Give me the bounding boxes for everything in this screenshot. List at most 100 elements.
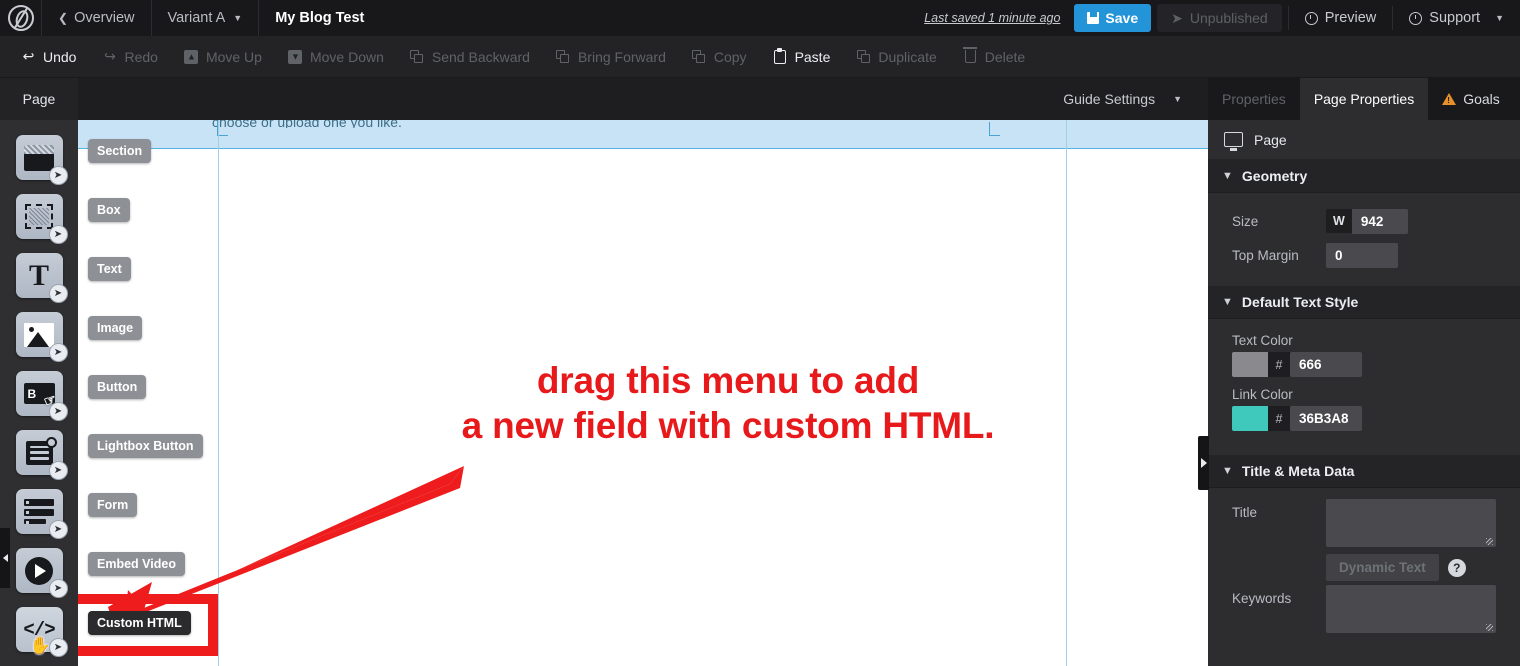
guide-settings-label: Guide Settings xyxy=(1063,91,1156,107)
variant-selector[interactable]: Variant A ▼ xyxy=(152,0,260,36)
unpublished-button[interactable]: ➤ Unpublished xyxy=(1157,4,1282,32)
tool-text[interactable]: T ➤ xyxy=(0,246,78,305)
title-input[interactable] xyxy=(1326,499,1496,547)
preview-button[interactable]: Preview xyxy=(1289,0,1393,36)
section-header-default-text-style[interactable]: ▼ Default Text Style xyxy=(1208,286,1520,319)
tab-page-properties-label: Page Properties xyxy=(1313,91,1415,107)
guide-settings-button[interactable]: Guide Settings ▼ xyxy=(1063,91,1182,107)
drag-handle-icon[interactable]: ➤ xyxy=(48,461,68,480)
tool-custom-html[interactable]: </> ✋ ➤ xyxy=(0,600,78,659)
field-size: Size W 942 xyxy=(1208,204,1520,238)
tool-label-strip: Section Box Text Image Button Lightbox B… xyxy=(78,120,218,666)
top-margin-label: Top Margin xyxy=(1232,247,1299,263)
toolbar-send-backward[interactable]: Send Backward xyxy=(397,49,543,65)
drag-handle-icon[interactable]: ➤ xyxy=(48,520,68,539)
drag-handle-icon[interactable]: ➤ xyxy=(48,343,68,362)
save-button[interactable]: Save xyxy=(1074,4,1152,32)
drag-handle-icon[interactable]: ➤ xyxy=(48,402,68,421)
tool-label-box[interactable]: Box xyxy=(88,198,130,222)
toolbar-move-down[interactable]: ▼ Move Down xyxy=(275,49,397,65)
section-header-title-meta[interactable]: ▼ Title & Meta Data xyxy=(1208,455,1520,488)
drag-handle-icon[interactable]: ➤ xyxy=(48,166,68,185)
link-color-swatch[interactable] xyxy=(1232,406,1268,431)
text-color-swatch[interactable] xyxy=(1232,352,1268,377)
tool-image[interactable]: ➤ xyxy=(0,305,78,364)
keywords-input[interactable] xyxy=(1326,585,1496,633)
tool-box[interactable]: ➤ xyxy=(0,187,78,246)
tool-label-section[interactable]: Section xyxy=(88,139,152,163)
help-icon[interactable]: ? xyxy=(1447,558,1466,577)
chevron-down-icon: ▼ xyxy=(1222,296,1233,308)
toolbar-copy[interactable]: Copy xyxy=(679,49,760,65)
toolbar-redo[interactable]: ↪ Redo xyxy=(89,48,170,65)
tool-label-lightbox-button[interactable]: Lightbox Button xyxy=(88,434,203,458)
field-link-color: # 36B3A8 xyxy=(1208,406,1520,431)
guide-line-left[interactable] xyxy=(218,120,219,666)
toolbar-move-up[interactable]: ▲ Move Up xyxy=(171,49,275,65)
canvas-toolbar: Guide Settings ▼ xyxy=(78,78,1208,120)
text-color-input[interactable]: 666 xyxy=(1290,352,1362,377)
properties-panel: Properties Page Properties Goals Page ▼ … xyxy=(1198,78,1520,666)
toolbar-duplicate[interactable]: Duplicate xyxy=(843,49,949,65)
toolbar-delete[interactable]: Delete xyxy=(950,47,1038,65)
dynamic-text-row: Dynamic Text ? xyxy=(1208,554,1520,581)
image-icon: ➤ xyxy=(15,312,68,362)
layers-back-icon xyxy=(410,49,425,64)
page-canvas[interactable]: choose or upload one you like. drag this… xyxy=(78,120,1208,666)
tab-page-properties[interactable]: Page Properties xyxy=(1299,78,1429,120)
publish-arrow-icon: ➤ xyxy=(1171,9,1183,26)
tool-label-image[interactable]: Image xyxy=(88,316,143,340)
chevron-down-icon: ▼ xyxy=(1173,94,1182,104)
tool-label-form[interactable]: Form xyxy=(88,493,138,517)
preview-label: Preview xyxy=(1324,10,1377,26)
drag-handle-icon[interactable]: ➤ xyxy=(48,225,68,244)
support-button[interactable]: Support ▼ xyxy=(1393,0,1520,36)
back-to-overview-link[interactable]: ❮ Overview xyxy=(42,0,152,36)
field-keywords: Keywords xyxy=(1208,585,1520,633)
panel-collapse-handle[interactable] xyxy=(1198,436,1209,490)
tool-label-embed-video[interactable]: Embed Video xyxy=(88,552,185,576)
width-input[interactable]: 942 xyxy=(1351,208,1408,234)
toolbar-undo[interactable]: ↩ Undo xyxy=(8,48,89,65)
dynamic-text-button[interactable]: Dynamic Text xyxy=(1326,554,1439,581)
tool-embed-video[interactable]: ➤ xyxy=(0,541,78,600)
lightbox-button-icon: ➤ xyxy=(15,430,68,480)
tab-goals[interactable]: Goals xyxy=(1428,78,1514,120)
section-geometry-label: Geometry xyxy=(1241,168,1308,184)
toolbar-undo-label: Undo xyxy=(43,48,77,65)
header-spacer xyxy=(380,0,910,36)
tool-section[interactable]: ➤ xyxy=(0,128,78,187)
header-actions: Last saved 1 minute ago Save ➤ Unpublish… xyxy=(910,0,1520,36)
undo-arrow-icon: ↩ xyxy=(22,48,35,64)
section-default-text-style-label: Default Text Style xyxy=(1241,294,1359,310)
drag-handle-icon[interactable]: ➤ xyxy=(48,284,68,303)
code-brackets-icon: </> ✋ ➤ xyxy=(15,607,68,657)
drag-handle-icon[interactable]: ➤ xyxy=(48,638,68,657)
tool-button[interactable]: B ➤ xyxy=(0,364,78,423)
toolbar-paste[interactable]: Paste xyxy=(760,47,844,65)
tool-form[interactable]: ➤ xyxy=(0,482,78,541)
button-icon: B ➤ xyxy=(15,371,68,421)
last-saved-link[interactable]: Last saved 1 minute ago xyxy=(910,0,1074,36)
section-body-default-text-style: Text Color # 666 Link Color # 36B3A8 xyxy=(1208,319,1520,455)
app-logo[interactable] xyxy=(0,0,42,36)
toolbar-bring-forward[interactable]: Bring Forward xyxy=(543,49,679,65)
section-header-geometry[interactable]: ▼ Geometry xyxy=(1208,160,1520,193)
rail-tab-page[interactable]: Page xyxy=(0,78,78,120)
size-label: Size xyxy=(1232,213,1259,229)
top-margin-input[interactable]: 0 xyxy=(1326,242,1398,268)
paste-icon xyxy=(773,47,788,64)
link-color-input[interactable]: 36B3A8 xyxy=(1290,406,1362,431)
drag-handle-icon[interactable]: ➤ xyxy=(48,579,68,598)
tab-properties[interactable]: Properties xyxy=(1208,78,1300,120)
tool-label-button[interactable]: Button xyxy=(88,375,147,399)
tool-label-custom-html[interactable]: Custom HTML xyxy=(88,611,191,635)
rail-collapse-handle[interactable] xyxy=(0,528,10,588)
tool-label-text[interactable]: Text xyxy=(88,257,131,281)
section-body-geometry: Size W 942 Top Margin 0 xyxy=(1208,193,1520,286)
variant-label: Variant A xyxy=(167,10,226,26)
save-label: Save xyxy=(1105,10,1139,26)
toolbar-delete-label: Delete xyxy=(984,48,1026,65)
section-body-title-meta: Title Dynamic Text ? Keywords xyxy=(1208,488,1520,647)
tool-lightbox-button[interactable]: ➤ xyxy=(0,423,78,482)
